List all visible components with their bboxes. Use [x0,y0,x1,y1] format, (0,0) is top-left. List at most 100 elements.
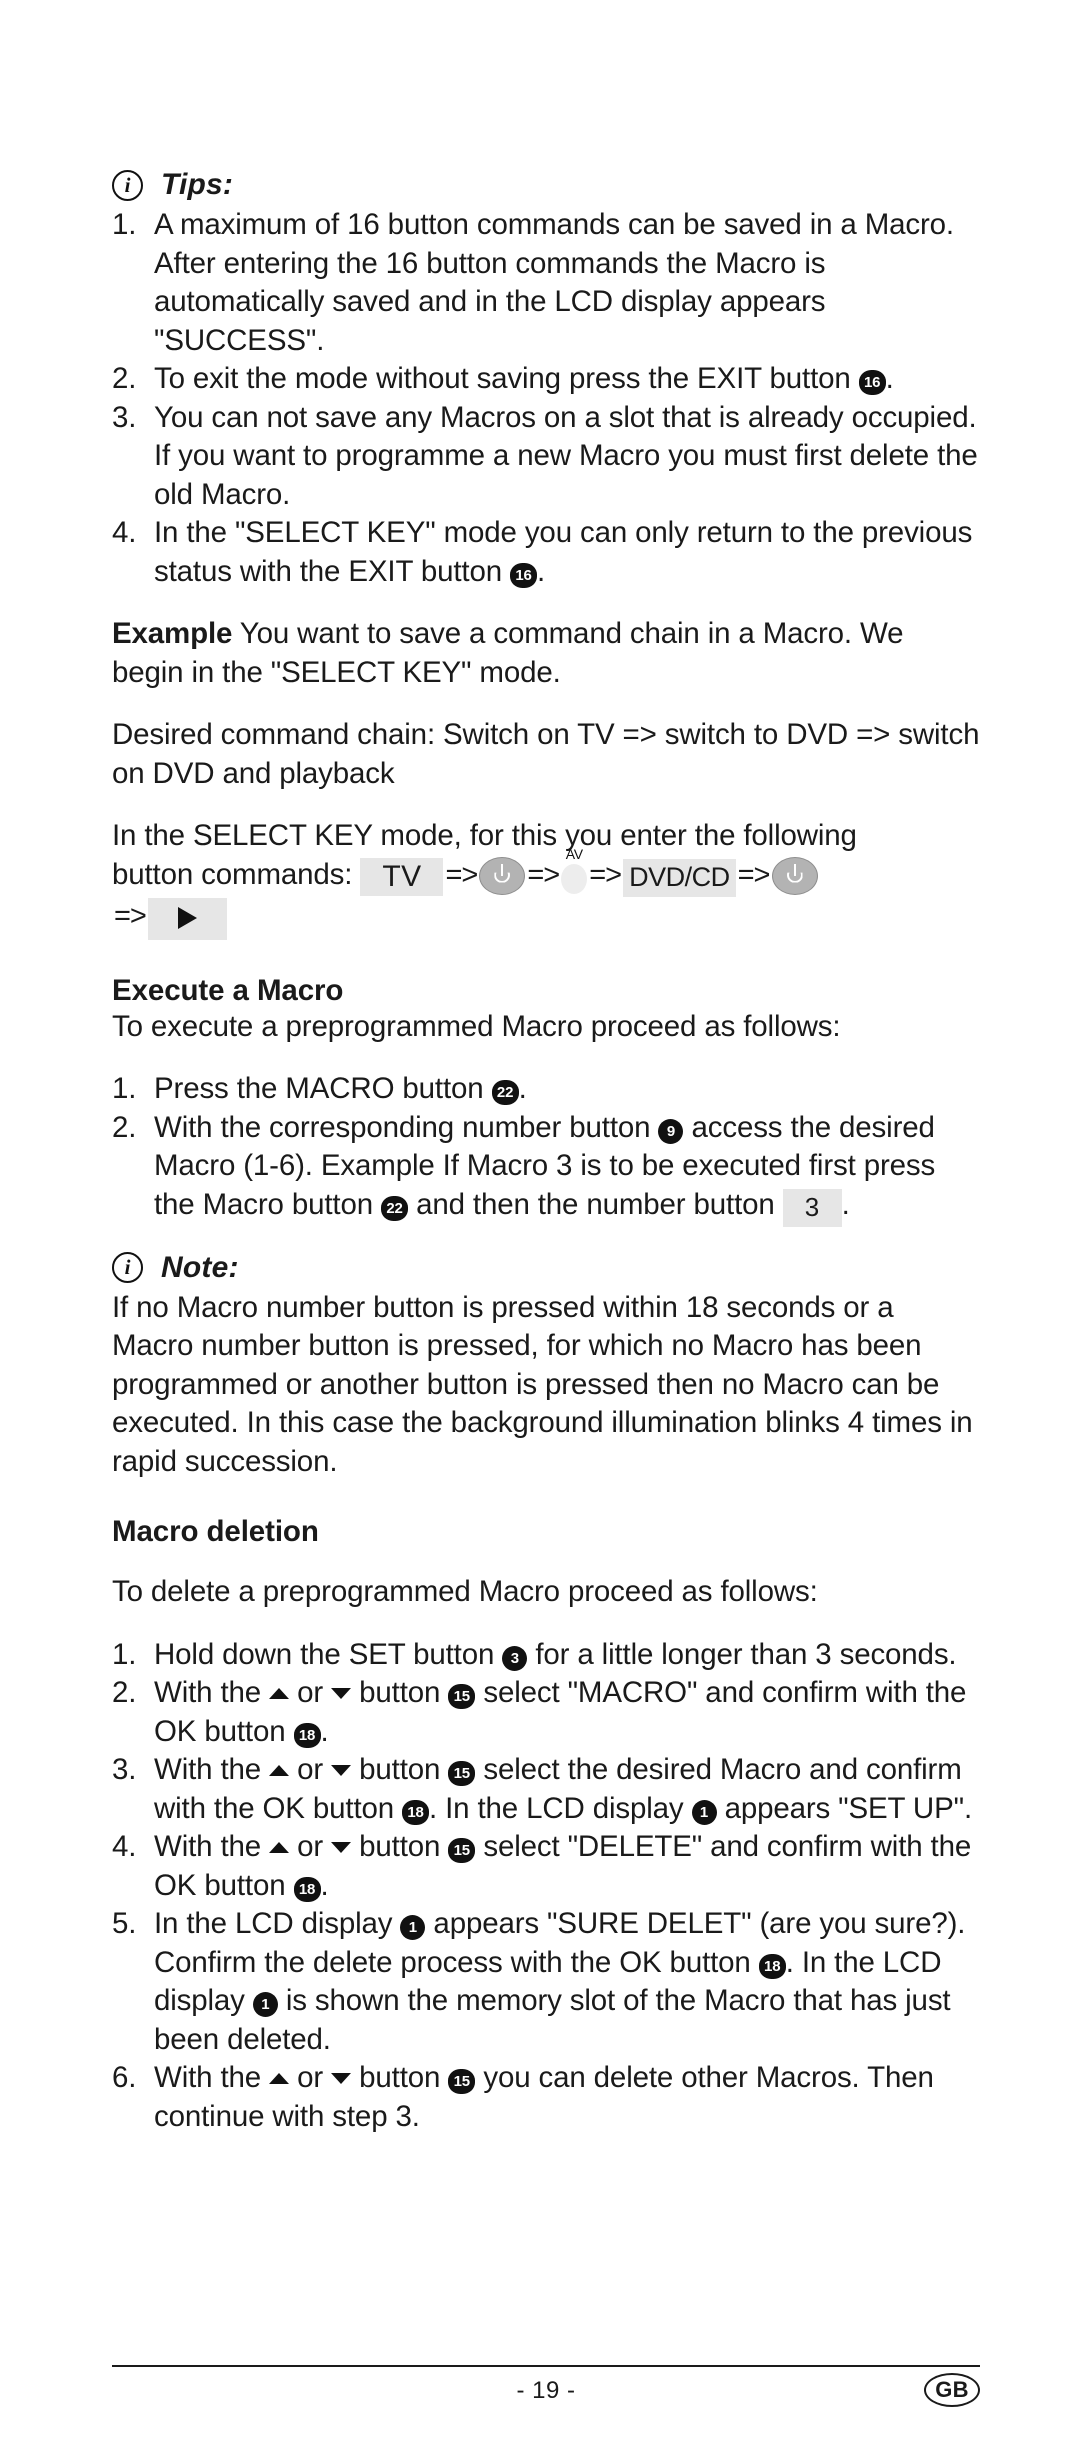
play-key-chip[interactable] [147,897,227,940]
sequence-arrow: => [589,858,622,891]
info-icon: i [112,1252,143,1283]
button-ref-badge: 1 [691,1799,717,1825]
list-text-part: for a little longer than 3 seconds. [527,1637,957,1671]
list-text-part: . In the LCD display [429,1791,692,1825]
list-text-part: With the [154,2061,270,2094]
list-item: 1. Hold down the SET button 3 for a litt… [112,1636,980,1675]
list-text-part: With the corresponding number button [154,1110,659,1144]
list-text-part: . [885,362,894,395]
note-body: If no Macro number button is pressed wit… [112,1290,973,1478]
arrow-down-icon [331,1688,352,1699]
arrow-up-icon [269,1688,290,1699]
list-item: 5. In the LCD display 1 appears "SURE DE… [112,1905,980,2059]
button-ref-badge: 16 [858,370,886,395]
button-ref-badge: 16 [510,562,538,588]
list-text-part: . [320,1868,329,1902]
list-text: With the or button 15 select "DELETE" an… [154,1828,980,1905]
list-item: 2. To exit the mode without saving press… [112,360,980,399]
list-text: To exit the mode without saving press th… [154,360,980,399]
execute-macro-list: 1. Press the MACRO button 22. 2. With th… [112,1070,980,1227]
list-text-part: select "DELETE" and confirm with the OK … [154,1830,972,1902]
macro-deletion-intro: To delete a preprogrammed Macro proceed … [112,1575,818,1608]
list-text-part: In the LCD display [154,1907,401,1940]
note-title: Note: [161,1250,239,1284]
list-item: 3. You can not save any Macros on a slot… [112,399,980,515]
list-item: 2. With the corresponding number button … [112,1109,980,1227]
list-item: 4. With the or button 15 select "DELETE"… [112,1828,980,1905]
av-button-icon[interactable]: AV [561,847,588,894]
execute-macro-heading: Execute a Macro [112,973,344,1007]
button-ref-badge: 1 [400,1915,426,1940]
list-item: 1. A maximum of 16 button commands can b… [112,206,980,360]
sequence-arrow: => [445,858,478,891]
button-ref-badge: 18 [293,1876,321,1902]
macro-deletion-list: 1. Hold down the SET button 3 for a litt… [112,1636,980,2137]
list-text-part: To exit the mode without saving press th… [154,362,859,395]
list-text-part: Hold down the SET button [154,1637,503,1671]
button-ref-badge: 15 [448,1761,476,1786]
button-ref-badge: 18 [758,1953,786,1979]
av-oval [561,863,588,894]
list-text: A maximum of 16 button commands can be s… [154,208,954,357]
arrow-up-icon [269,2073,290,2084]
footer-row: - 19 - GB [112,2367,980,2415]
button-ref-badge: 22 [381,1195,409,1221]
list-number: 2. [112,1676,137,1709]
list-number: 2. [112,1110,137,1144]
list-item: 3. With the or button 15 select the desi… [112,1751,980,1828]
list-text-part: you can delete other Macros. Then contin… [154,2061,934,2133]
list-text: With the or button 15 you can delete oth… [154,2059,980,2136]
list-text-part: button [351,2061,449,2094]
power-button-icon[interactable] [479,856,526,895]
example-paragraph: Example You want to save a command chain… [112,615,980,692]
macro-deletion-heading: Macro deletion [112,1515,319,1548]
manual-page: i Tips: 1. A maximum of 16 button comman… [0,0,1080,2455]
list-text-part: or [289,1830,332,1863]
list-text: With the or button 15 select the desired… [154,1751,980,1828]
arrow-down-icon [331,1765,352,1776]
list-text-part: or [289,1753,332,1786]
list-text-part: select "MACRO" and confirm with the OK b… [154,1676,967,1748]
button-ref-badge: 1 [252,1992,278,2017]
button-ref-badge: 18 [293,1722,321,1748]
list-text: Press the MACRO button 22. [154,1070,980,1109]
list-item: 4. In the "SELECT KEY" mode you can only… [112,514,980,591]
list-text-part: or [289,2061,332,2094]
list-number: 4. [112,516,137,549]
tips-title: Tips: [161,168,234,201]
list-text-part: Press the MACRO button [154,1072,492,1105]
list-text-part: . [537,554,546,588]
button-command-sequence: button commands: TV => => AV => DVD/CD => => [112,847,980,940]
list-item: 2. With the or button 15 select "MACRO" … [112,1674,980,1751]
sequence-prefix: button commands: [112,857,353,891]
button-ref-badge: 15 [448,1838,476,1863]
info-icon: i [112,169,143,201]
button-ref-badge: 15 [448,2069,476,2094]
sequence-arrow: => [527,858,560,891]
list-text: You can not save any Macros on a slot th… [154,400,978,511]
av-label: AV [565,845,583,862]
list-number: 3. [112,1753,137,1786]
list-text: With the corresponding number button 9 a… [154,1109,980,1227]
button-ref-badge: 3 [502,1645,528,1671]
power-button-icon[interactable] [771,856,818,895]
list-number: 3. [112,400,137,434]
list-number: 5. [112,1907,137,1940]
list-number: 4. [112,1830,137,1863]
tips-heading: i Tips: [112,168,980,202]
button-ref-badge: 15 [448,1684,476,1709]
number-3-key-chip[interactable]: 3 [782,1188,842,1227]
sequence-arrow: => [114,899,147,932]
instruction-line-1: In the SELECT KEY mode, for this you ent… [112,819,857,852]
arrow-up-icon [269,1842,290,1853]
list-text-part: With the [154,1753,270,1786]
list-item: 1. Press the MACRO button 22. [112,1070,980,1109]
sequence-arrow: => [737,858,771,891]
dvdcd-key-chip[interactable]: DVD/CD [623,858,736,897]
list-number: 2. [112,362,137,395]
tv-key-chip[interactable]: TV [360,857,444,896]
arrow-up-icon [269,1765,290,1776]
list-text-part: . [518,1072,527,1105]
language-badge: GB [924,2373,980,2407]
tips-list: 1. A maximum of 16 button commands can b… [112,206,980,591]
